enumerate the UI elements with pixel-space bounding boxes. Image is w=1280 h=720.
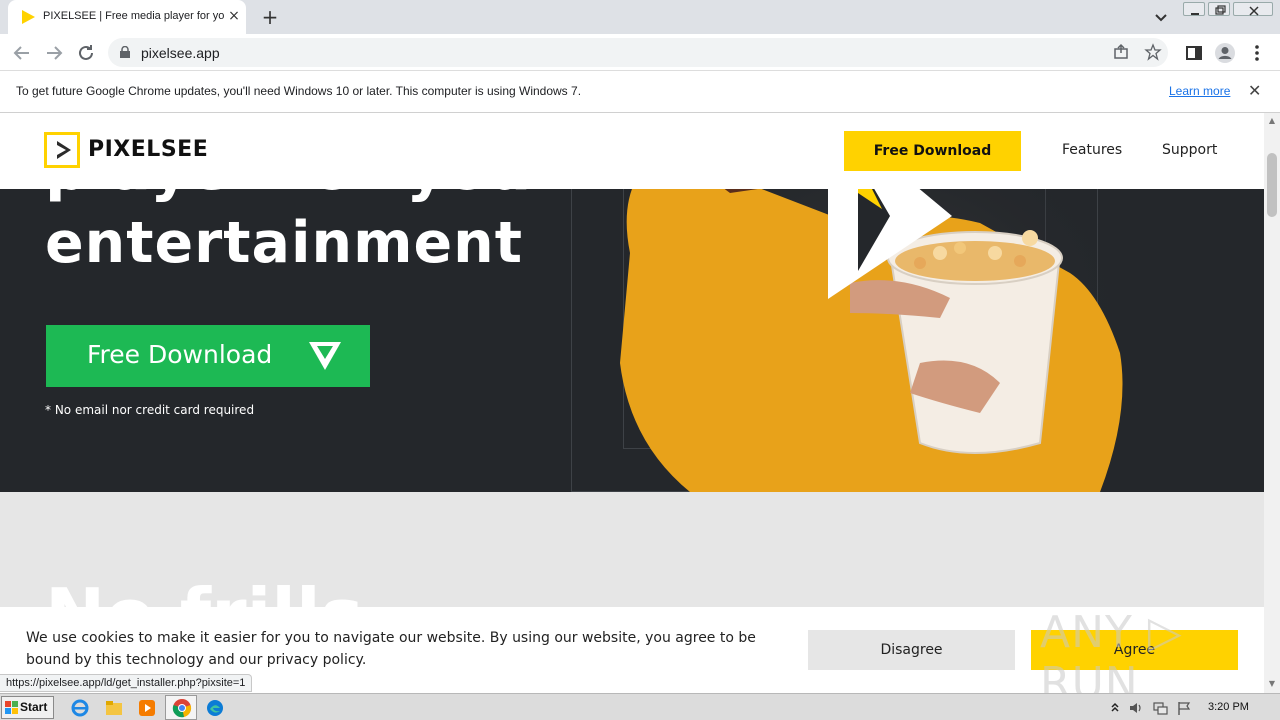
system-tray xyxy=(1104,695,1280,720)
logo-text[interactable]: PIXELSEE xyxy=(88,137,208,162)
pixelsee-favicon-icon xyxy=(22,10,35,24)
back-arrow-icon[interactable] xyxy=(11,42,33,64)
bookmark-star-icon[interactable] xyxy=(1144,43,1162,61)
update-infobar: To get future Google Chrome updates, you… xyxy=(0,71,1280,113)
cookie-message: We use cookies to make it easier for you… xyxy=(26,630,756,668)
chrome-menu-icon[interactable] xyxy=(1246,42,1268,64)
hero-download-label: Free Download xyxy=(87,340,273,369)
nav-features-link[interactable]: Features xyxy=(1062,142,1122,158)
show-hidden-icons-icon[interactable] xyxy=(1110,701,1120,713)
minimize-window-icon[interactable] xyxy=(1183,2,1205,16)
profile-avatar-icon[interactable] xyxy=(1214,42,1236,64)
status-bar-url: https://pixelsee.app/ld/get_installer.ph… xyxy=(0,674,253,692)
tab-strip: PIXELSEE | Free media player for your en… xyxy=(0,0,1280,34)
nav-support-link[interactable]: Support xyxy=(1162,142,1217,158)
start-label: Start xyxy=(20,700,48,714)
action-center-flag-icon[interactable] xyxy=(1176,700,1192,716)
scrollbar-thumb[interactable] xyxy=(1267,153,1277,217)
new-tab-icon[interactable]: + xyxy=(258,6,282,28)
hero-free-download-button[interactable]: Free Download xyxy=(46,325,370,387)
address-bar[interactable]: pixelsee.app xyxy=(108,38,1168,67)
cookie-disagree-button[interactable]: Disagree xyxy=(808,630,1015,670)
edge-icon[interactable] xyxy=(205,698,225,718)
hero-title-line-2: entertainment xyxy=(45,210,523,276)
share-icon[interactable] xyxy=(1112,43,1130,61)
download-arrow-icon xyxy=(309,342,341,370)
taskbar-clock: 3:20 PM xyxy=(1208,701,1249,713)
chrome-icon xyxy=(172,699,192,718)
start-button[interactable]: Start xyxy=(1,696,54,719)
tab-search-chevron-icon[interactable] xyxy=(1152,8,1170,26)
lock-icon[interactable] xyxy=(120,46,130,58)
windows-taskbar: Start 3:20 PM xyxy=(0,693,1280,720)
restore-window-icon[interactable] xyxy=(1208,2,1230,16)
tab-title: PIXELSEE | Free media player for your en… xyxy=(43,10,225,22)
reload-icon[interactable] xyxy=(75,42,97,64)
learn-more-link[interactable]: Learn more xyxy=(1169,84,1230,98)
tab-close-icon[interactable]: × xyxy=(226,8,242,24)
chrome-taskbar-button[interactable] xyxy=(165,695,197,720)
header-free-download-button[interactable]: Free Download xyxy=(844,131,1021,171)
volume-icon[interactable] xyxy=(1128,700,1144,716)
pixelsee-logo-icon[interactable] xyxy=(44,132,80,168)
file-explorer-icon[interactable] xyxy=(104,698,124,718)
page-viewport: player for your entertainment Free Downl… xyxy=(0,113,1264,693)
network-icon[interactable] xyxy=(1152,700,1168,716)
browser-tab[interactable]: PIXELSEE | Free media player for your en… xyxy=(8,0,246,34)
infobar-message: To get future Google Chrome updates, you… xyxy=(16,84,582,98)
hero-footnote: * No email nor credit card required xyxy=(45,403,255,417)
media-player-icon[interactable] xyxy=(137,698,157,718)
close-window-icon[interactable] xyxy=(1233,2,1273,16)
url-text[interactable]: pixelsee.app xyxy=(141,45,220,61)
forward-arrow-icon[interactable] xyxy=(43,42,65,64)
page-scrollbar[interactable]: ▲ ▼ xyxy=(1264,113,1280,693)
side-panel-icon[interactable] xyxy=(1183,42,1205,64)
browser-toolbar: pixelsee.app xyxy=(0,34,1280,71)
internet-explorer-icon[interactable] xyxy=(70,698,90,718)
windows-logo-icon xyxy=(5,701,18,714)
scroll-up-arrow-icon[interactable]: ▲ xyxy=(1267,116,1277,126)
site-header: PIXELSEE Free Download Features Support xyxy=(0,113,1264,189)
infobar-close-icon[interactable]: ✕ xyxy=(1248,83,1261,99)
